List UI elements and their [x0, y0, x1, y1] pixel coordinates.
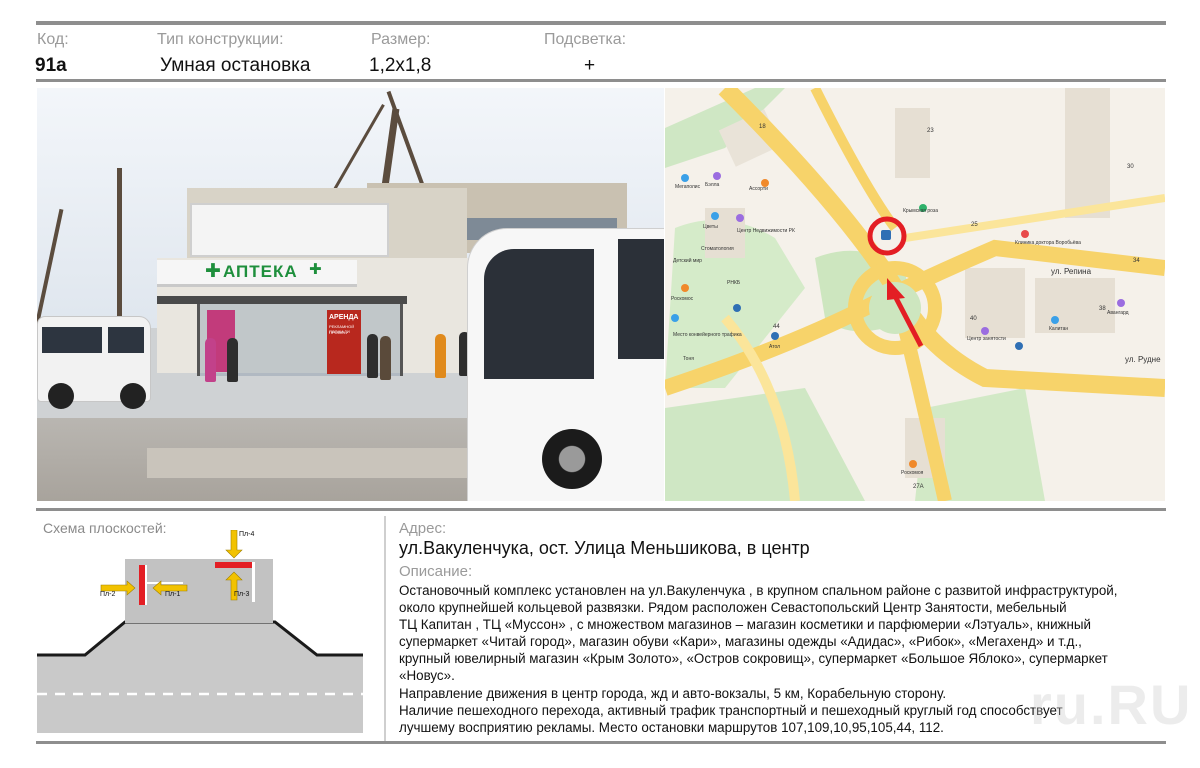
top-rule — [36, 21, 1166, 25]
house-number: 25 — [971, 222, 978, 228]
map-poi-label: Крымская роза — [903, 208, 938, 214]
address-text: ул.Вакуленчука, ост. Улица Меньшикова, в… — [399, 538, 810, 558]
map-poi-label: Место конвейерного трафика — [673, 331, 742, 338]
planes-schema: Пл-4 Пл-2 Пл-1 Пл-3 — [37, 530, 363, 733]
description-label: Описание: — [399, 563, 473, 580]
address-label: Адрес: — [399, 520, 447, 537]
plane-label: Пл-2 — [100, 591, 115, 598]
bottom-rule — [36, 741, 1166, 744]
wheel — [120, 383, 146, 409]
bus-window — [484, 249, 594, 379]
map-poi-label: Мегаполис — [675, 184, 701, 190]
type-value: Умная остановка — [160, 55, 311, 76]
minibus — [37, 316, 151, 409]
person — [380, 336, 391, 380]
light-label: Подсветка: — [544, 31, 627, 48]
van-window — [42, 327, 102, 353]
description-line: около крупнейшей кольцевой развязки. Ряд… — [399, 600, 1067, 616]
size-value: 1,2х1,8 — [369, 55, 432, 76]
map-poi-label: Центр Недвижимости РК — [737, 228, 795, 234]
house-number: 34 — [1133, 258, 1140, 264]
map-poi-label: Тоня — [683, 356, 694, 362]
map-poi-label: Калитан — [1049, 326, 1068, 332]
rent-ad-text: АРЕНДА — [329, 314, 359, 321]
bus-window — [618, 239, 664, 359]
house-number: 30 — [1127, 164, 1134, 170]
pharmacy-cross-icon: ✚ — [309, 261, 322, 278]
pharmacy-sign: АПТЕКА — [223, 262, 298, 281]
map-poi-label: РНКБ — [727, 280, 741, 286]
plane-label: Пл-3 — [234, 591, 249, 598]
van-window — [108, 327, 144, 353]
plane-pl2 — [139, 565, 145, 605]
house-number: 40 — [970, 316, 977, 322]
map-poi-label: Бэлла — [705, 182, 720, 188]
person — [367, 334, 378, 378]
type-label: Тип конструкции: — [157, 31, 284, 48]
plane-label: Пл-1 — [165, 591, 180, 598]
header-rule — [36, 79, 1166, 82]
map-poi-label: Ассорти — [749, 186, 768, 192]
sidewalk — [147, 448, 507, 478]
map-poi-label: Цветы — [703, 224, 718, 230]
map-poi-label: Стоматология — [701, 246, 734, 252]
house-number: 44 — [773, 324, 780, 330]
map-poi-label: Авангард — [1107, 310, 1129, 316]
wheel — [542, 429, 602, 489]
location-photo: ✚ АПТЕКА ✚ АРЕНДА РЕКЛАМНОЙ ПЛОЩАДИ ПРОС… — [37, 88, 664, 501]
shelter-roof — [157, 296, 407, 304]
light-value: + — [584, 55, 596, 76]
person — [227, 338, 238, 382]
person — [435, 334, 446, 378]
watermark: ru.RU — [1030, 673, 1193, 736]
map-poi-label: Роскомоя — [901, 470, 924, 476]
middle-rule — [36, 508, 1166, 511]
map-poi-label: Детский мир — [673, 257, 702, 264]
bus — [467, 228, 664, 501]
person — [205, 338, 216, 382]
rent-ad-text: ПРОСП... — [329, 330, 347, 335]
wheel — [48, 383, 74, 409]
description-line: крупный ювелирный магазин «Крым Золото»,… — [399, 651, 1108, 667]
code-value: 91а — [35, 55, 67, 76]
house-number: 23 — [927, 128, 934, 134]
house-number: 38 — [1099, 306, 1106, 312]
street-label: ул. Репина — [1051, 267, 1092, 276]
rent-ad-panel: АРЕНДА РЕКЛАМНОЙ ПЛОЩАДИ ПРОСП... — [327, 310, 361, 374]
street-label: ул. Рудне — [1125, 355, 1161, 364]
house-number: 18 — [759, 124, 766, 130]
description-line: супермаркет «Читай город», магазин обуви… — [399, 634, 1082, 650]
map-poi-label: Атол — [769, 344, 780, 350]
map-poi-label: Роскомос — [671, 296, 694, 302]
location-map: Мегаполис Бэлла Центр Недвижимости РК Цв… — [665, 88, 1165, 501]
plane-pl4 — [215, 562, 255, 568]
plane-label: Пл-4 — [239, 531, 254, 538]
blank-billboard — [190, 203, 389, 257]
house-number: 27А — [913, 484, 924, 490]
description-line: Остановочный комплекс установлен на ул.В… — [399, 583, 1118, 598]
code-label: Код: — [37, 31, 69, 48]
column-divider — [384, 516, 386, 741]
map-poi-label: Клиника доктора Воробьёва — [1015, 240, 1081, 246]
pharmacy-cross-icon: ✚ — [205, 261, 221, 282]
size-label: Размер: — [371, 31, 431, 48]
map-poi-label: Центр занятости — [967, 336, 1006, 342]
description-line: ТЦ Капитан , ТЦ «Муссон» , с множеством … — [399, 617, 1092, 633]
tree-trunk — [117, 168, 122, 328]
